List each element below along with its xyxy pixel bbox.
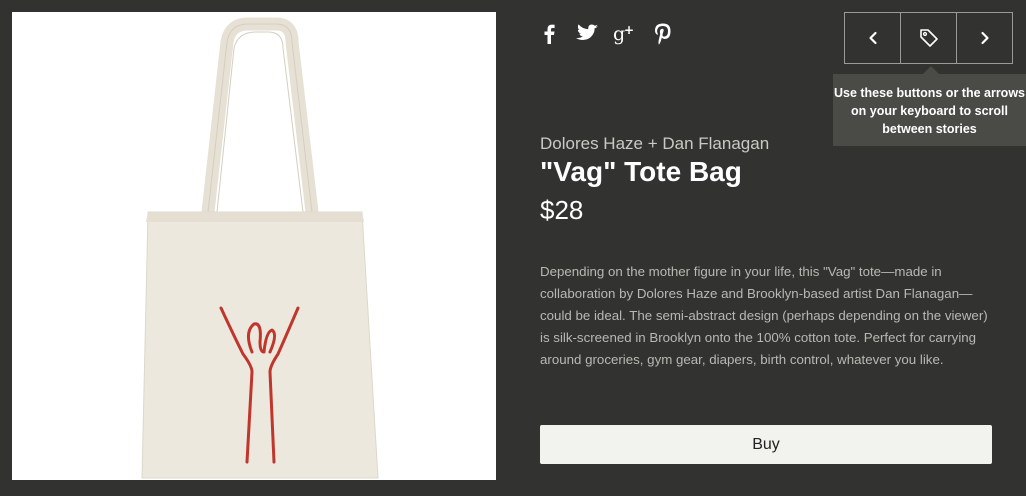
story-navigation	[844, 12, 1013, 64]
product-description: Depending on the mother figure in your l…	[540, 264, 988, 367]
product-price: $28	[540, 195, 584, 225]
tag-button[interactable]	[901, 13, 957, 63]
previous-story-button[interactable]	[845, 13, 901, 63]
social-share-bar: g +	[536, 22, 688, 46]
facebook-icon[interactable]	[536, 22, 562, 46]
product-image	[12, 12, 496, 480]
navigation-tooltip: Use these buttons or the arrows on your …	[833, 66, 1026, 146]
twitter-icon[interactable]	[574, 22, 600, 46]
next-story-button[interactable]	[957, 13, 1012, 63]
chevron-left-icon	[868, 31, 877, 45]
product-brand: Dolores Haze + Dan Flanagan	[540, 134, 770, 153]
tote-bag-image	[141, 17, 379, 479]
buy-button[interactable]: Buy	[540, 425, 992, 464]
svg-text:+: +	[624, 23, 634, 37]
chevron-right-icon	[980, 31, 989, 45]
tag-icon	[919, 29, 938, 47]
product-title: "Vag" Tote Bag	[540, 156, 742, 187]
pinterest-icon[interactable]	[650, 22, 676, 46]
google-plus-icon[interactable]: g +	[612, 22, 638, 46]
